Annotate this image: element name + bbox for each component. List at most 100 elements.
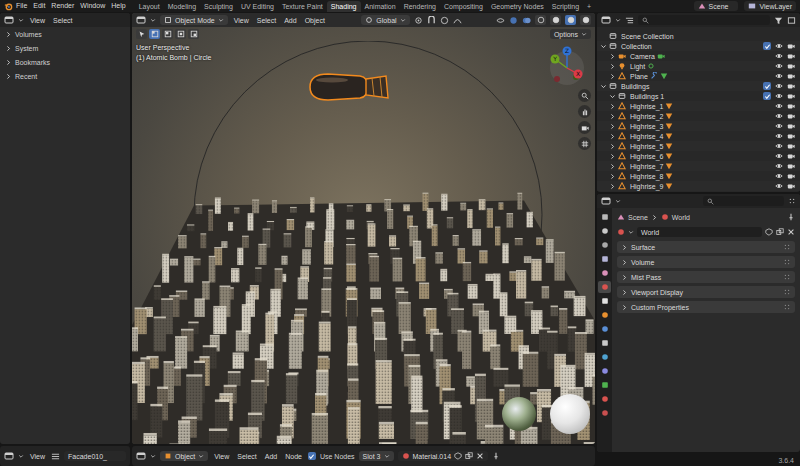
header-menu[interactable]: Select [51,17,74,24]
duplicate-icon[interactable] [465,452,473,460]
gizmo-axis[interactable]: Y [551,55,560,64]
file-browser-editor-icon[interactable] [4,451,14,461]
chevron-right-icon[interactable] [609,133,616,140]
mode-selector[interactable]: Object Mode [160,15,228,25]
select-mode-button[interactable] [175,29,186,39]
chevron-right-icon[interactable] [609,173,616,180]
chevron-right-icon[interactable] [5,45,12,52]
options-dropdown[interactable]: Options [550,29,591,39]
chevron-right-icon[interactable] [5,59,12,66]
properties-tab[interactable] [598,365,611,377]
select-mode-button[interactable] [162,29,173,39]
eye-icon[interactable] [775,122,783,130]
workspace-tab[interactable]: Geometry Nodes [487,1,548,12]
properties-tab[interactable] [598,253,611,265]
properties-tab[interactable] [598,323,611,335]
fake-user-icon[interactable] [454,452,462,460]
exclude-checkbox[interactable] [763,42,771,50]
outliner-row[interactable]: Highrise_9 [597,181,800,191]
properties-panel[interactable]: Viewport Display [617,286,795,298]
select-mode-button[interactable] [188,29,199,39]
properties-tab[interactable] [598,309,611,321]
pan-button[interactable] [578,105,591,118]
options-dots-icon[interactable] [788,197,796,205]
scene-selector[interactable]: Scene [694,1,739,11]
properties-tab[interactable] [598,239,611,251]
drag-handle-icon[interactable] [783,303,791,311]
render-camera-icon[interactable] [787,142,795,150]
outliner-row[interactable]: Light [597,61,800,71]
outliner-row[interactable]: Highrise_2 [597,111,800,121]
atomic-bomb-object[interactable] [302,67,392,107]
outliner-row[interactable]: Highrise_1 [597,101,800,111]
render-camera-icon[interactable] [787,62,795,70]
chevron-down-icon[interactable] [609,93,616,100]
viewport-canvas[interactable]: User Perspective(1) Atomic Bomb | Circle… [132,41,595,444]
eye-icon[interactable] [775,162,783,170]
workspace-tab[interactable]: Scripting [548,1,583,12]
sidebar-section[interactable]: Recent [0,69,130,83]
visibility-icon[interactable] [496,16,505,25]
chevron-right-icon[interactable] [609,163,616,170]
chevron-down-icon[interactable] [600,43,607,50]
breadcrumb-separator-icon[interactable] [651,214,658,221]
properties-search[interactable] [703,196,785,206]
outliner-row[interactable]: Highrise_5 [597,141,800,151]
gizmo-toggle-icon[interactable] [509,16,518,25]
material-field[interactable]: Material.014 [398,451,489,461]
properties-tab[interactable] [598,407,611,419]
properties-tab[interactable] [598,267,611,279]
shading-mode-button[interactable] [580,15,591,25]
menu-item[interactable]: Help [108,0,128,12]
chevron-right-icon[interactable] [609,153,616,160]
unlink-icon[interactable] [476,452,484,460]
header-menu[interactable]: View [232,17,251,24]
properties-tab[interactable] [598,379,611,391]
shading-mode-button[interactable] [550,15,561,25]
world-icon[interactable] [617,228,625,236]
sidebar-section[interactable]: Bookmarks [0,55,130,69]
properties-tab[interactable] [598,281,611,293]
chevron-right-icon[interactable] [609,123,616,130]
pivot-icon[interactable] [414,16,423,25]
workspace-tab[interactable]: Animation [361,1,400,12]
eye-icon[interactable] [775,82,783,90]
header-menu[interactable]: Select [255,17,278,24]
render-camera-icon[interactable] [787,82,795,90]
chevron-right-icon[interactable] [621,304,628,311]
drag-handle-icon[interactable] [783,273,791,281]
navigation-gizmo[interactable]: ZYX [545,46,589,86]
sidebar-section[interactable]: Volumes [0,27,130,41]
menu-item[interactable]: Edit [30,0,48,12]
eye-icon[interactable] [775,142,783,150]
shading-mode-button[interactable] [565,15,576,25]
outliner-row[interactable]: Highrise_4 [597,131,800,141]
duplicate-icon[interactable] [776,228,784,236]
properties-panel[interactable]: Custom Properties [617,301,795,313]
orientation-selector[interactable]: Global [361,15,409,25]
render-camera-icon[interactable] [787,152,795,160]
sidebar-section[interactable]: System [0,41,130,55]
properties-tab[interactable] [598,337,611,349]
workspace-tab[interactable]: Sculpting [200,1,237,12]
outliner-search[interactable] [638,15,770,25]
chevron-right-icon[interactable] [609,113,616,120]
render-camera-icon[interactable] [787,52,795,60]
chevron-down-icon[interactable] [600,83,607,90]
eye-icon[interactable] [775,172,783,180]
outliner-row[interactable]: Highrise_7 [597,161,800,171]
header-menu[interactable]: View [212,453,231,460]
gizmo-axis[interactable]: X [574,70,583,79]
chevron-right-icon[interactable] [609,103,616,110]
outliner-row[interactable]: Camera [597,51,800,61]
projection-button[interactable] [578,137,591,150]
add-workspace-button[interactable]: + [583,1,595,12]
eye-icon[interactable] [775,132,783,140]
outliner-row[interactable]: Scene Collection [597,31,800,41]
shader-editor-icon[interactable] [136,451,146,461]
chevron-right-icon[interactable] [609,143,616,150]
outliner-row[interactable]: Buildings [597,81,800,91]
filter-icon[interactable] [774,16,783,25]
camera-view-button[interactable] [578,121,591,134]
exclude-checkbox[interactable] [763,92,771,100]
